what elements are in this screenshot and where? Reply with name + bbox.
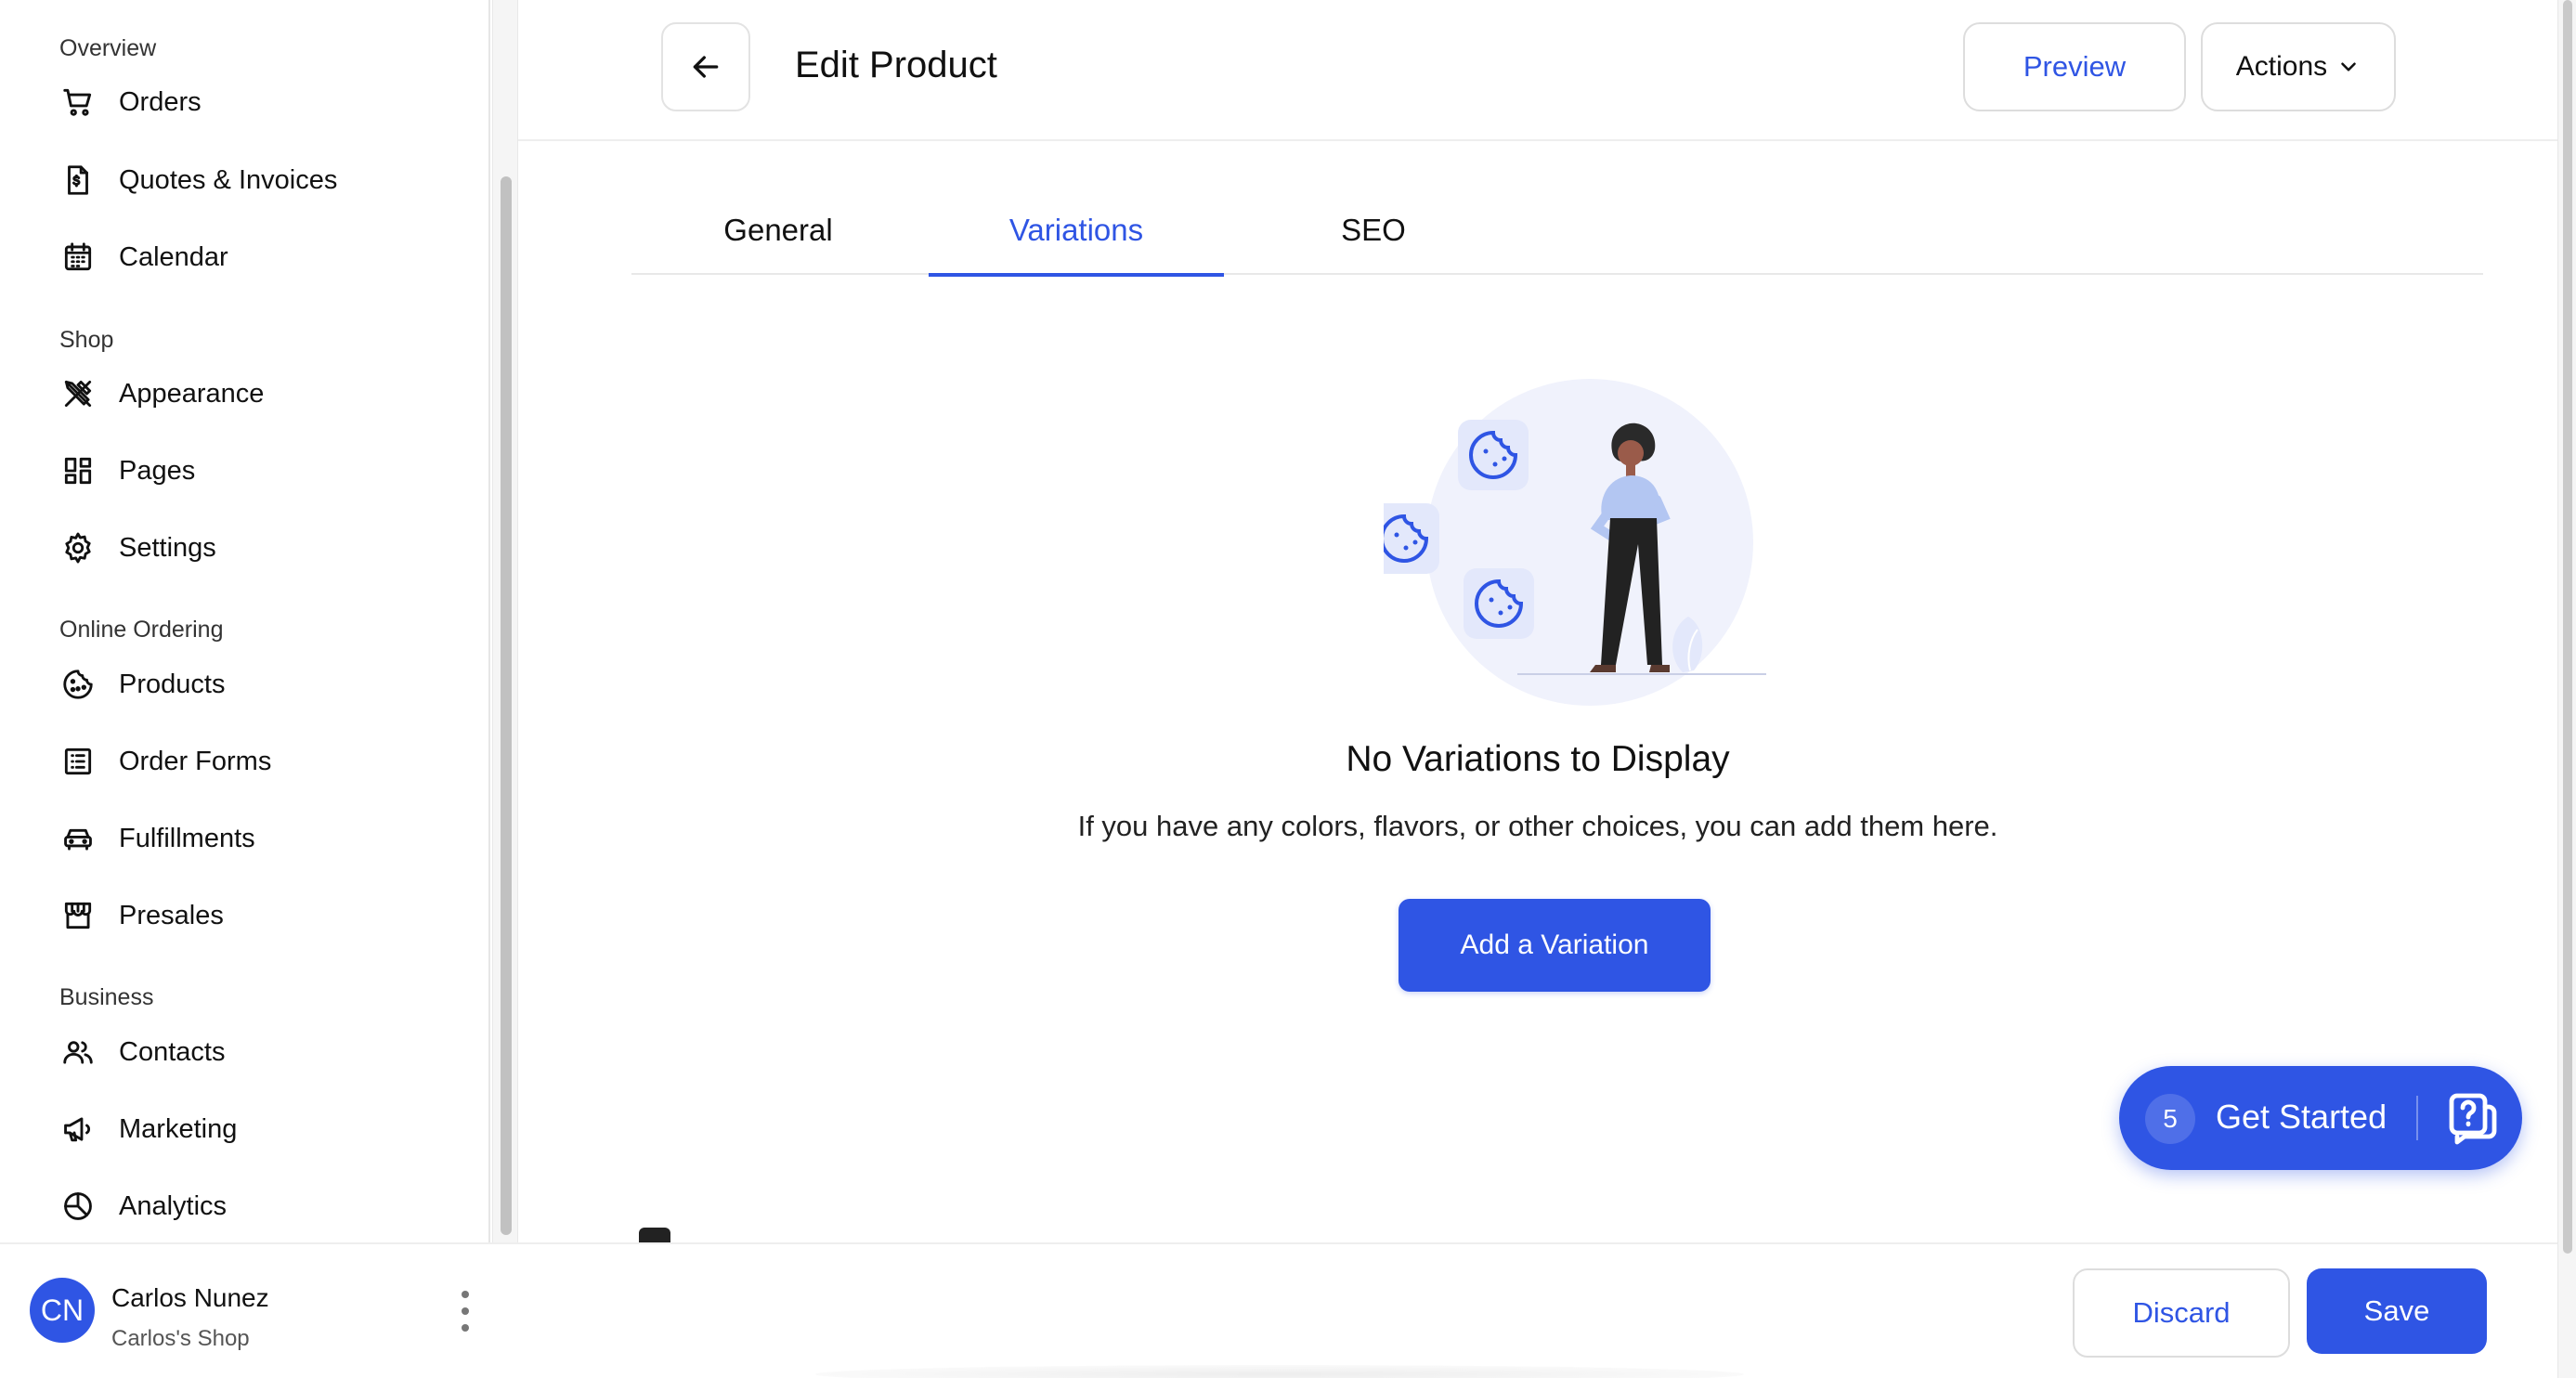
user-name: Carlos Nunez (111, 1283, 269, 1312)
sidebar-item-marketing[interactable]: Marketing (59, 1101, 237, 1157)
storefront-icon (59, 897, 97, 934)
sidebar-item-settings[interactable]: Settings (59, 520, 216, 576)
calendar-icon (59, 239, 97, 276)
chevron-down-icon (2341, 62, 2356, 72)
pie-chart-icon (59, 1188, 97, 1225)
sidebar: Overview Orders Quotes & Invoices Calend… (0, 0, 518, 1378)
page-scrollbar-thumb[interactable] (2563, 0, 2572, 1254)
cookie-icon (59, 666, 97, 703)
sidebar-item-appearance[interactable]: Appearance (59, 366, 264, 422)
sidebar-item-pages[interactable]: Pages (59, 443, 195, 499)
sidebar-nav: Overview Orders Quotes & Invoices Calend… (0, 0, 490, 1242)
page-header: Edit Product Preview Actions (518, 0, 2557, 141)
sidebar-item-label: Presales (119, 900, 224, 930)
arrow-left-icon (693, 56, 719, 78)
tab-general[interactable]: General (631, 186, 925, 275)
back-button[interactable] (661, 22, 750, 111)
page-scrollbar[interactable] (2557, 0, 2576, 1378)
get-started-divider (2416, 1096, 2418, 1140)
layout-grid-icon (59, 452, 97, 489)
sidebar-item-quotes-invoices[interactable]: Quotes & Invoices (59, 152, 337, 208)
section-label-overview: Overview (59, 35, 157, 61)
avatar[interactable]: CN (30, 1278, 95, 1343)
empty-state-title: No Variations to Display (1346, 739, 1730, 779)
sidebar-scrollbar-thumb[interactable] (501, 176, 512, 1235)
sidebar-item-label: Fulfillments (119, 823, 255, 853)
empty-state-description: If you have any colors, flavors, or othe… (1077, 810, 1998, 842)
preview-button[interactable]: Preview (1963, 22, 2186, 111)
sidebar-item-label: Settings (119, 532, 216, 563)
sidebar-item-order-forms[interactable]: Order Forms (59, 734, 271, 789)
sidebar-scrollbar[interactable] (492, 0, 518, 1242)
sidebar-item-calendar[interactable]: Calendar (59, 229, 228, 285)
discard-button[interactable]: Discard (2073, 1268, 2290, 1358)
sidebar-item-label: Calendar (119, 241, 228, 272)
sidebar-item-label: Marketing (119, 1113, 238, 1144)
sidebar-item-fulfillments[interactable]: Fulfillments (59, 811, 255, 866)
people-icon (59, 1034, 97, 1071)
bottom-shadow (815, 1365, 1744, 1378)
section-label-online-ordering: Online Ordering (59, 617, 224, 643)
empty-state-illustration (1384, 379, 1766, 706)
sidebar-item-analytics[interactable]: Analytics (59, 1178, 227, 1234)
section-label-business: Business (59, 984, 154, 1010)
add-variation-button[interactable]: Add a Variation (1399, 899, 1711, 992)
cart-icon (59, 84, 97, 121)
sidebar-item-label: Pages (119, 455, 196, 486)
sidebar-item-label: Contacts (119, 1036, 226, 1067)
section-label-shop: Shop (59, 327, 114, 353)
sidebar-item-label: Analytics (119, 1190, 228, 1221)
save-button[interactable]: Save (2307, 1268, 2487, 1354)
sidebar-item-label: Orders (119, 86, 202, 117)
cookie-icon (1384, 503, 1439, 574)
help-chat-icon (2449, 1093, 2497, 1145)
megaphone-icon (59, 1111, 97, 1148)
tab-variations[interactable]: Variations (929, 186, 1224, 277)
user-shop: Carlos's Shop (111, 1326, 250, 1351)
main-content: Edit Product Preview Actions General Var… (518, 0, 2557, 1378)
sidebar-item-label: Order Forms (119, 746, 272, 776)
list-form-icon (59, 743, 97, 780)
form-action-bar: Discard Save (518, 1242, 2557, 1378)
sidebar-item-orders[interactable]: Orders (59, 74, 202, 130)
product-tabs: General Variations SEO (631, 186, 2483, 277)
invoice-icon (59, 162, 97, 199)
sidebar-item-products[interactable]: Products (59, 656, 225, 712)
page-title: Edit Product (795, 45, 997, 85)
actions-button-label: Actions (2235, 51, 2328, 82)
sidebar-item-presales[interactable]: Presales (59, 888, 224, 943)
cookie-icon (1458, 420, 1529, 490)
actions-button[interactable]: Actions (2201, 22, 2396, 111)
get-started-button[interactable]: 5 Get Started (2119, 1066, 2522, 1170)
more-options-icon[interactable] (451, 1291, 479, 1332)
get-started-label: Get Started (2216, 1098, 2387, 1136)
sidebar-item-label: Appearance (119, 378, 265, 409)
get-started-count-badge: 5 (2145, 1094, 2195, 1144)
design-tools-icon (59, 375, 97, 412)
user-profile: CN Carlos Nunez Carlos's Shop (0, 1242, 518, 1378)
sidebar-item-contacts[interactable]: Contacts (59, 1024, 225, 1080)
cookie-icon (1464, 568, 1534, 639)
car-icon (59, 820, 97, 857)
gear-icon (59, 529, 97, 566)
tab-seo[interactable]: SEO (1226, 186, 1521, 275)
sidebar-item-label: Products (119, 669, 226, 699)
sidebar-item-label: Quotes & Invoices (119, 164, 338, 195)
